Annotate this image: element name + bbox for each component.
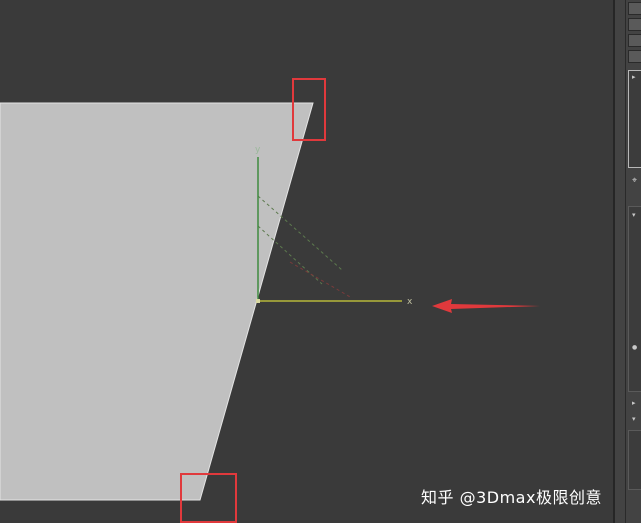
gizmo-x-label: x [407, 297, 413, 307]
panel-button-3[interactable] [628, 34, 641, 47]
radio-icon[interactable]: ● [632, 344, 637, 351]
gizmo-y-label: y [255, 145, 261, 155]
gizmo-pivot[interactable] [256, 299, 260, 303]
panel-rollout[interactable] [628, 206, 641, 392]
panel-button-1[interactable] [628, 2, 641, 15]
viewport-perspective[interactable]: y x 知乎 @3Dmax极限创意 [0, 0, 613, 523]
annotation-arrow-icon [432, 299, 540, 313]
panel-button-2[interactable] [628, 18, 641, 31]
viewport-scene: y x [0, 78, 540, 523]
panel-button-4[interactable] [628, 50, 641, 63]
panel-separator [625, 0, 626, 523]
panel-list-box[interactable] [628, 70, 641, 168]
dropdown-icon[interactable]: ▾ [632, 212, 636, 219]
pin-icon[interactable]: ⌖ [632, 177, 637, 186]
arrow-icon[interactable]: ▸ [632, 400, 636, 407]
watermark: 知乎 @3Dmax极限创意 [421, 488, 602, 507]
command-panel: ▸ ⌖ ▾ ● ▸ ▾ [613, 0, 641, 523]
panel-rollout-2[interactable] [628, 430, 641, 490]
arrow-icon: ▸ [632, 73, 636, 81]
dropdown-icon[interactable]: ▾ [632, 416, 636, 423]
